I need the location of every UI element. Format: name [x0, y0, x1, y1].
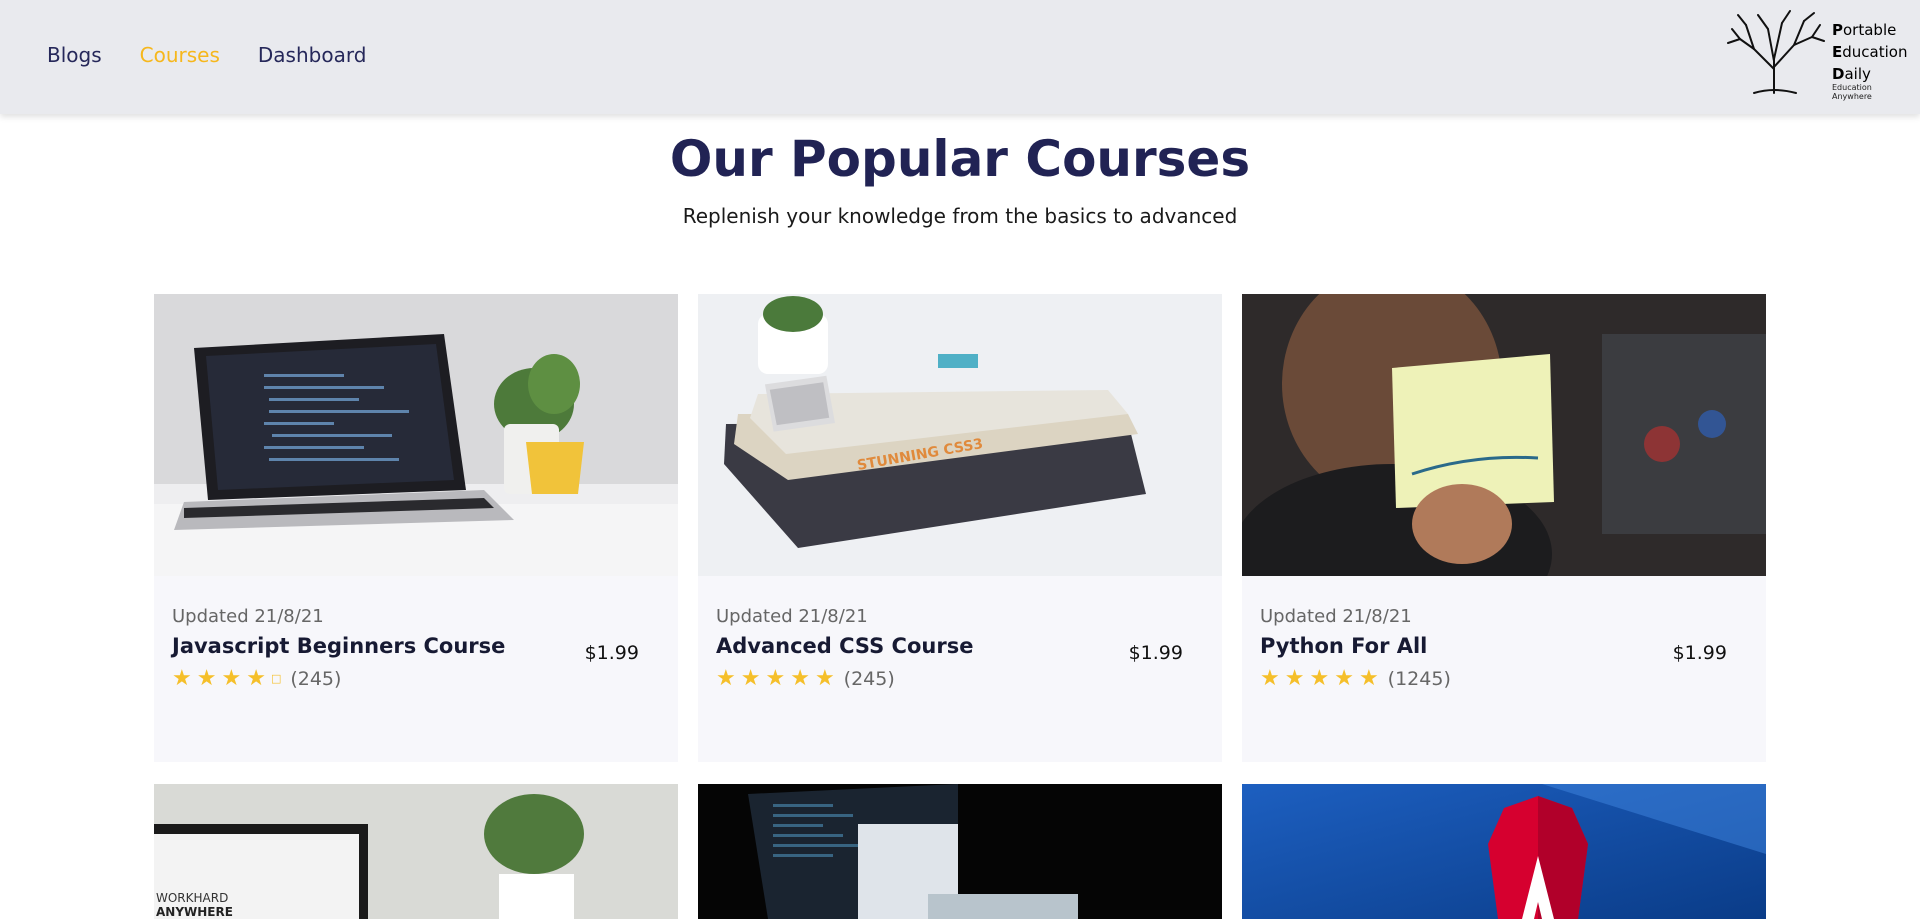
star-icon: ★	[196, 666, 217, 691]
rating-count: (245)	[290, 668, 342, 690]
updated-date: Updated 21/8/21	[172, 606, 324, 627]
star-icon: ★	[1358, 666, 1379, 691]
rating-count: (245)	[843, 668, 895, 690]
empty-star-icon: □	[270, 672, 282, 685]
nav-blogs[interactable]: Blogs	[47, 43, 102, 67]
course-image-dark-laptops[interactable]	[698, 784, 1222, 919]
star-icon: ★	[1284, 666, 1305, 691]
star-icon: ★	[221, 666, 242, 691]
course-image-css-books[interactable]: STUNNING CSS3	[698, 294, 1222, 576]
course-price: $1.99	[584, 642, 639, 664]
course-title[interactable]: Advanced CSS Course	[716, 634, 973, 658]
course-card-row2-2[interactable]	[698, 784, 1222, 919]
updated-date: Updated 21/8/21	[716, 606, 868, 627]
course-meta: Updated 21/8/21 Advanced CSS Course $1.9…	[698, 576, 1222, 762]
course-price: $1.99	[1128, 642, 1183, 664]
course-image-laptop-code[interactable]	[154, 294, 678, 576]
svg-text:WORKHARD: WORKHARD	[156, 891, 228, 905]
star-icon: ★	[1334, 666, 1354, 691]
course-card-css[interactable]: STUNNING CSS3 Updated 21/8/21 Advanced C…	[698, 294, 1222, 762]
course-card-python[interactable]: Updated 21/8/21 Python For All $1.99 ★ ★…	[1242, 294, 1766, 762]
updated-date: Updated 21/8/21	[1260, 606, 1412, 627]
course-image-python-note[interactable]	[1242, 294, 1766, 576]
tree-icon	[1727, 10, 1825, 94]
top-header: Blogs Courses Dashboard Portable Educati…	[0, 0, 1920, 114]
star-icon: ★	[740, 666, 761, 691]
course-image-workhard[interactable]: WORKHARD ANYWHERE	[154, 784, 678, 919]
rating-count: (1245)	[1387, 668, 1451, 690]
star-icon: ★	[716, 666, 736, 691]
star-icon: ★	[765, 666, 786, 691]
star-icon: ★	[172, 666, 192, 691]
course-price: $1.99	[1672, 642, 1727, 664]
page-title: Our Popular Courses	[669, 130, 1251, 188]
course-image-angular[interactable]	[1242, 784, 1766, 919]
nav-dashboard[interactable]: Dashboard	[258, 43, 367, 67]
course-title[interactable]: Python For All	[1260, 634, 1427, 658]
rating: ★ ★ ★ ★ □ (245)	[172, 666, 342, 691]
course-card-row2-3[interactable]	[1242, 784, 1766, 919]
rating: ★ ★ ★ ★ ★ (245)	[716, 666, 895, 691]
svg-text:ANYWHERE: ANYWHERE	[156, 905, 233, 919]
star-icon: ★	[814, 666, 835, 691]
course-title[interactable]: Javascript Beginners Course	[172, 634, 505, 658]
course-meta: Updated 21/8/21 Javascript Beginners Cou…	[154, 576, 678, 762]
rating: ★ ★ ★ ★ ★ (1245)	[1260, 666, 1451, 691]
page-subtitle: Replenish your knowledge from the basics…	[682, 204, 1238, 228]
course-card-row2-1[interactable]: WORKHARD ANYWHERE	[154, 784, 678, 919]
logo-text: Portable Education Daily	[1832, 21, 1908, 83]
star-icon: ★	[246, 666, 266, 691]
star-icon: ★	[1260, 666, 1280, 691]
course-card-javascript[interactable]: Updated 21/8/21 Javascript Beginners Cou…	[154, 294, 678, 762]
nav-courses[interactable]: Courses	[140, 43, 220, 67]
course-meta: Updated 21/8/21 Python For All $1.99 ★ ★…	[1242, 576, 1766, 762]
logo-tagline: Education Anywhere	[1832, 83, 1872, 101]
star-icon: ★	[1309, 666, 1330, 691]
star-icon: ★	[790, 666, 810, 691]
brand-logo[interactable]: Portable Education Daily Education Anywh…	[1724, 9, 1914, 101]
main-nav: Blogs Courses Dashboard	[47, 43, 366, 67]
